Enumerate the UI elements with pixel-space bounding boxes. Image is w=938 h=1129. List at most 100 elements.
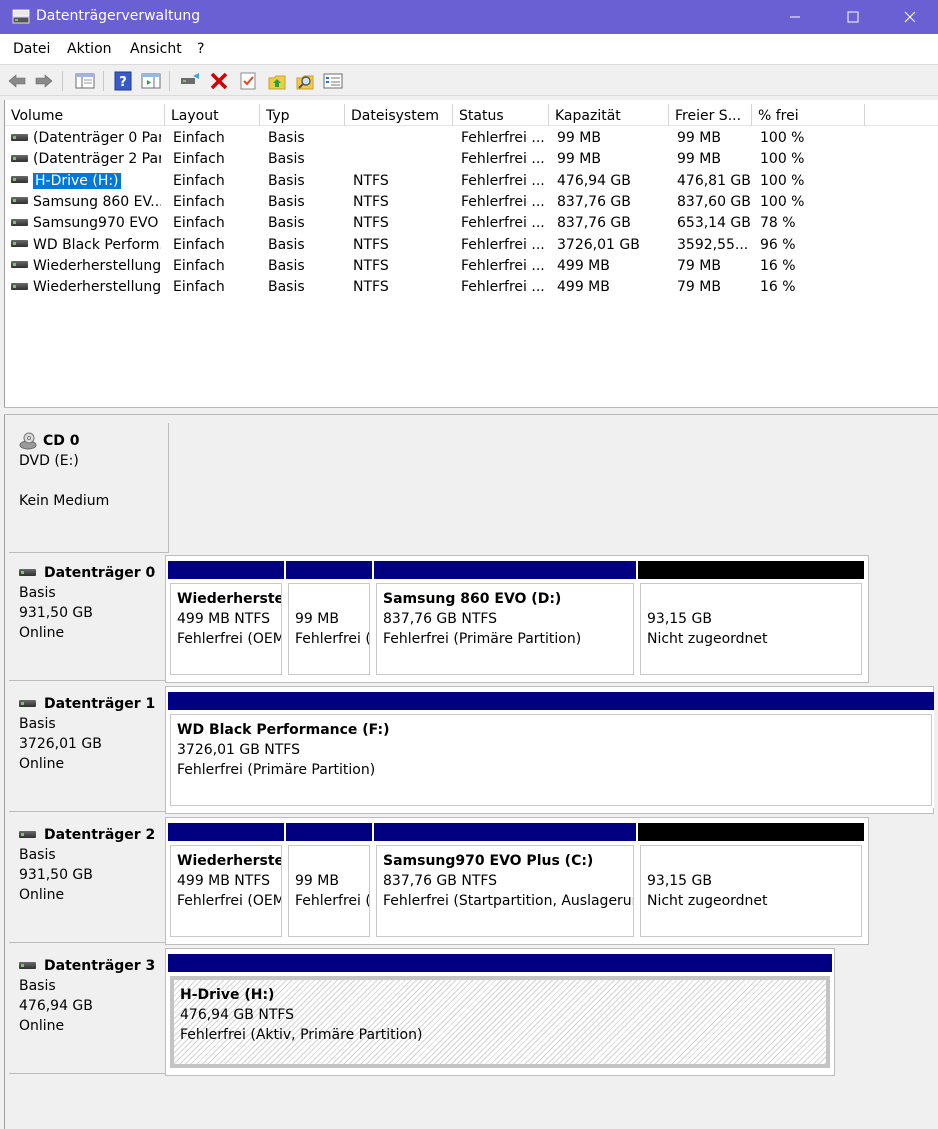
partition[interactable]: Wiederherstel 499 MB NTFS Fehlerfrei (OEM [168,823,284,939]
partition[interactable]: H-Drive (H:) 476,94 GB NTFS Fehlerfrei (Ak… [168,954,832,1070]
volume-drive-icon [11,176,28,184]
table-row[interactable]: WD Black Perform... Einfach Basis NTFS Fehle… [5,235,938,256]
table-row[interactable]: (Datenträger 0 Par... Einfach Basis Fehlerf… [5,128,938,149]
disk-2-label[interactable]: Datenträger 2 Basis 931,50 GB Online [9,817,169,943]
delete-icon[interactable] [208,70,230,92]
title-bar[interactable]: Datenträgerverwaltung [0,0,938,34]
show-hide-console-tree-icon[interactable] [74,70,96,92]
disk-state: Online [19,887,65,903]
checklist-icon[interactable] [237,70,259,92]
partition[interactable]: Samsung970 EVO Plus (C:) 837,76 GB NTFS Fe… [374,823,636,939]
volume-drive-icon [11,261,28,269]
unallocated-space[interactable]: 93,15 GB Nicht zugeordnet [638,561,864,677]
cell-layout: Einfach [173,279,225,296]
disk-3-label[interactable]: Datenträger 3 Basis 476,94 GB Online [9,948,169,1074]
column-header-freier-speicher[interactable]: Freier S... [669,104,752,126]
toolbar-separator [169,71,170,91]
cd-0-label[interactable]: CD 0 DVD (E:) Kein Medium [9,423,169,553]
forward-arrow-icon[interactable] [33,70,55,92]
cell-dateisystem: NTFS [353,257,389,274]
cell-layout: Einfach [173,130,225,146]
column-header-volume[interactable]: Volume [5,104,165,126]
cell-dateisystem: NTFS [353,279,389,296]
partition-name: WD Black Performance (F:) [177,722,390,738]
partition-box: Wiederherstel 499 MB NTFS Fehlerfrei (OEM [170,583,282,675]
action-pane-icon[interactable] [140,70,162,92]
partition-bar [168,692,934,710]
cell-kapazitaet: 99 MB [557,130,601,146]
search-folder-icon[interactable] [294,70,316,92]
column-header-status[interactable]: Status [453,104,549,126]
cell-volume: Samsung970 EVO ... [11,215,161,231]
column-header-layout[interactable]: Layout [165,104,260,126]
disk-type: Basis [19,716,56,732]
disk-state: Online [19,625,65,641]
disk-type: Basis [19,978,56,994]
table-row[interactable]: Wiederherstellung Einfach Basis NTFS Fehlerf… [5,277,938,298]
cell-prozent-frei: 100 % [760,130,805,146]
column-header-dateisystem[interactable]: Dateisystem [345,104,453,126]
table-row[interactable]: Samsung970 EVO ... Einfach Basis NTFS Fehler… [5,213,938,234]
toolbar-separator [103,71,104,91]
maximize-button[interactable] [824,0,882,34]
disk-graphical-view[interactable]: CD 0 DVD (E:) Kein Medium Datenträger 0 B… [4,415,938,1129]
volume-name: Samsung 860 EV... [33,193,161,210]
partition-bar [638,823,864,841]
disk-0-label[interactable]: Datenträger 0 Basis 931,50 GB Online [9,555,169,681]
partition-bar [168,954,832,972]
disk-type: Basis [19,585,56,601]
back-arrow-icon[interactable] [6,70,28,92]
volume-list[interactable]: Volume Layout Typ Dateisystem Status Kap… [4,100,938,407]
volume-list-header: Volume Layout Typ Dateisystem Status Kap… [5,104,938,126]
minimize-button[interactable] [766,0,824,34]
table-row[interactable]: (Datenträger 2 Par... Einfach Basis Fehlerf… [5,149,938,170]
disk-drive-icon [19,699,36,707]
connect-drive-icon[interactable] [179,70,201,92]
column-header-typ[interactable]: Typ [260,104,345,126]
disk-type: Basis [19,847,56,863]
partition[interactable]: 99 MB Fehlerfrei ( [286,561,372,677]
disk-name: Datenträger 0 [44,565,156,581]
menu-help[interactable]: ? [197,41,204,57]
close-button[interactable] [881,0,938,34]
unallocated-space[interactable]: 93,15 GB Nicht zugeordnet [638,823,864,939]
partition[interactable]: 99 MB Fehlerfrei ( [286,823,372,939]
menu-datei[interactable]: Datei [13,41,50,57]
volume-name: (Datenträger 0 Par... [33,130,161,146]
partition-size: 99 MB [295,611,339,627]
partition-box: Samsung970 EVO Plus (C:) 837,76 GB NTFS Fe… [376,845,634,937]
disk-state: Online [19,1018,65,1034]
partition[interactable]: WD Black Performance (F:) 3726,01 GB NTFS… [168,692,934,808]
disk-size: 931,50 GB [19,867,93,883]
disk-1-label[interactable]: Datenträger 1 Basis 3726,01 GB Online [9,686,169,812]
partition-name [295,851,369,871]
partition-box: Samsung 860 EVO (D:) 837,76 GB NTFS Fehler… [376,583,634,675]
cell-freier-speicher: 3592,55... [677,236,749,253]
partition[interactable]: Samsung 860 EVO (D:) 837,76 GB NTFS Fehler… [374,561,636,677]
cell-kapazitaet: 499 MB [557,257,610,274]
refresh-up-icon[interactable] [266,70,288,92]
help-icon[interactable]: ? [112,70,134,92]
maximize-icon [847,11,859,23]
column-header-prozent-frei[interactable]: % frei [752,104,865,126]
menu-aktion[interactable]: Aktion [67,41,112,57]
partition-bar [286,561,372,579]
table-row[interactable]: H-Drive (H:) Einfach Basis NTFS Fehlerfrei .… [5,171,938,192]
pane-splitter[interactable] [4,407,938,415]
cell-layout: Einfach [173,151,225,168]
table-row[interactable]: Wiederherstellung Einfach Basis NTFS Fehlerf… [5,256,938,277]
cell-typ: Basis [268,257,305,274]
menu-ansicht[interactable]: Ansicht [130,41,182,57]
toolbar: ? [0,64,938,96]
cell-typ: Basis [268,193,305,210]
properties-list-icon[interactable] [322,70,344,92]
close-icon [904,11,916,23]
column-header-kapazitaet[interactable]: Kapazität [549,104,669,126]
partition[interactable]: Wiederherstel 499 MB NTFS Fehlerfrei (OEM [168,561,284,677]
partition-size: 837,76 GB NTFS [383,611,498,627]
cell-dateisystem: NTFS [353,193,389,210]
volume-name: H-Drive (H:) [33,172,121,189]
cell-prozent-frei: 96 % [760,236,796,253]
table-row[interactable]: Samsung 860 EV... Einfach Basis NTFS Fehlerf… [5,192,938,213]
volume-name: Samsung970 EVO ... [33,215,161,232]
